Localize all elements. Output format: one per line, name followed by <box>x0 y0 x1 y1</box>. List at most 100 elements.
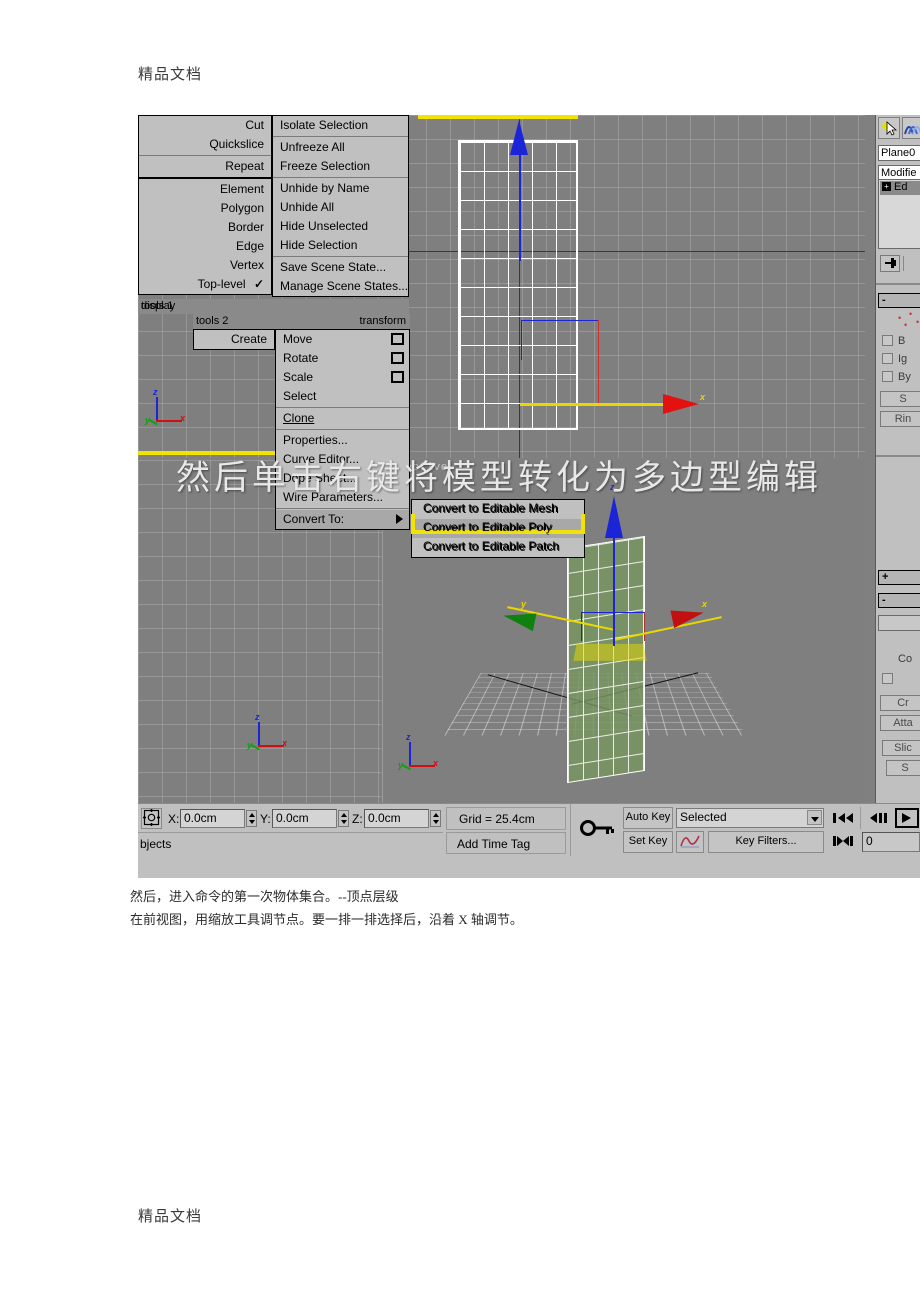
current-frame-field[interactable]: 0 <box>862 832 920 852</box>
menu-item-scale[interactable]: Scale <box>276 368 409 387</box>
plane-object-front[interactable] <box>458 140 578 430</box>
menu-item-rotate[interactable]: Rotate <box>276 349 409 368</box>
checkbox-collapse[interactable] <box>882 673 893 684</box>
rollup-header-collapsed[interactable]: + <box>878 570 920 585</box>
settings-box-icon[interactable] <box>391 371 404 383</box>
menu-item-isolate-selection[interactable]: Isolate Selection <box>273 116 408 135</box>
menu-item-convert-to[interactable]: Convert To: <box>276 510 409 529</box>
modifier-stack[interactable]: + Ed <box>878 179 920 249</box>
menu-item-hide-unselected[interactable]: Hide Unselected <box>273 217 408 236</box>
gizmo-z-arrowhead-icon[interactable] <box>510 120 528 155</box>
z-coordinate-field[interactable]: 0.0cm <box>364 809 429 828</box>
gizmo-persp-z-arrowhead-icon[interactable] <box>605 496 623 538</box>
gizmo-z-axis[interactable] <box>519 143 521 261</box>
quad-menu-tools2[interactable]: Create <box>193 329 275 350</box>
command-panel[interactable]: Plane0 Modifie + Ed - • • • • B Ig By S R… <box>875 115 920 803</box>
selection-lock-icon[interactable] <box>141 808 162 829</box>
modify-tab-icon[interactable] <box>902 117 920 139</box>
menu-item-properties[interactable]: Properties... <box>276 431 409 450</box>
ring-button[interactable]: Rin <box>880 411 920 427</box>
attach-button[interactable]: Atta <box>880 715 920 731</box>
auto-key-button[interactable]: Auto Key <box>623 807 673 829</box>
menu-item-convert-editable-mesh-text[interactable]: Convert to Editable Mesh <box>411 499 585 518</box>
gizmo-plane-handle-x[interactable] <box>598 320 599 404</box>
menu-item-manage-scene-states[interactable]: Manage Scene States... <box>273 277 408 296</box>
menu-item-move[interactable]: Move <box>276 330 409 349</box>
create-button[interactable]: Cr <box>880 695 920 711</box>
menu-item-select[interactable]: Select <box>276 387 409 406</box>
menu-item-freeze-selection[interactable]: Freeze Selection <box>273 157 408 176</box>
checkbox-backface[interactable] <box>882 335 893 346</box>
quad-menu-transform[interactable]: Move Rotate Scale Select Clone Propertie… <box>275 329 410 530</box>
animation-curve-icon[interactable] <box>676 831 704 853</box>
menu-item-unhide-all[interactable]: Unhide All <box>273 198 408 217</box>
go-to-start-icon[interactable] <box>832 811 854 828</box>
menu-item-element[interactable]: Element <box>139 180 271 199</box>
x-coordinate-field[interactable]: 0.0cm <box>180 809 245 828</box>
checkbox-ignore-label: Ig <box>898 353 908 365</box>
gizmo-plane-handle-z2[interactable] <box>521 320 522 360</box>
key-filters-button[interactable]: Key Filters... <box>708 831 824 853</box>
menu-item-wire-parameters[interactable]: Wire Parameters... <box>276 488 409 507</box>
quad-menu-tools1[interactable]: Cut Quickslice Repeat Element Polygon Bo… <box>138 115 272 295</box>
menu-item-dope-sheet[interactable]: Dope Sheet... <box>276 469 409 488</box>
menu-item-create[interactable]: Create <box>194 330 274 349</box>
key-icon[interactable] <box>580 818 614 843</box>
edit-geometry-field[interactable] <box>878 615 920 631</box>
create-tab-icon[interactable] <box>878 117 900 139</box>
tripod-left-y-label: y <box>247 740 253 750</box>
gizmo-x-arrowhead-icon[interactable] <box>663 394 699 414</box>
y-coordinate-label: Y: <box>260 812 271 826</box>
checkbox-ignore[interactable] <box>882 353 893 364</box>
split-button[interactable]: S <box>886 760 920 776</box>
menu-item-save-scene-state[interactable]: Save Scene State... <box>273 258 408 277</box>
menu-item-border[interactable]: Border <box>139 218 271 237</box>
menu-item-convert-editable-patch-text[interactable]: Convert to Editable Patch <box>411 537 585 556</box>
pin-stack-icon[interactable] <box>880 255 900 272</box>
y-coordinate-field[interactable]: 0.0cm <box>272 809 337 828</box>
menu-item-convert-editable-poly-text[interactable]: Convert to Editable Poly <box>411 518 585 537</box>
slice-button[interactable]: Slic <box>882 740 920 756</box>
y-spinner[interactable] <box>338 810 349 827</box>
gizmo-plane-handle-z[interactable] <box>521 320 599 321</box>
menu-item-unfreeze-all[interactable]: Unfreeze All <box>273 138 408 157</box>
set-key-button[interactable]: Set Key <box>623 831 673 853</box>
modifier-stack-selected-item[interactable]: + Ed <box>880 181 920 195</box>
menu-item-quickslice[interactable]: Quickslice <box>139 135 271 154</box>
menu-item-top-level[interactable]: Top-level ✓ <box>139 275 271 294</box>
convert-to-submenu-text[interactable]: Convert to Editable Mesh Convert to Edit… <box>411 499 585 556</box>
expand-plus-icon[interactable]: + <box>882 182 891 191</box>
gizmo-persp-z-axis[interactable] <box>613 528 615 646</box>
menu-item-curve-editor[interactable]: Curve Editor... <box>276 450 409 469</box>
settings-box-icon[interactable] <box>391 352 404 364</box>
add-time-tag-button[interactable]: Add Time Tag <box>446 832 566 854</box>
gizmo-persp-x-arrowhead-icon[interactable] <box>670 603 706 629</box>
rollup-header-expanded-2[interactable]: - <box>878 593 920 608</box>
gizmo-persp-y-label: y <box>521 599 527 609</box>
menu-item-vertex[interactable]: Vertex <box>139 256 271 275</box>
play-button[interactable] <box>895 808 919 828</box>
rollup-header-expanded[interactable]: - <box>878 293 920 308</box>
shrink-button[interactable]: S <box>880 391 920 407</box>
soft-selection-dots-icon: • <box>909 309 913 319</box>
menu-item-clone[interactable]: Clone <box>276 409 409 428</box>
z-spinner[interactable] <box>430 810 441 827</box>
menu-item-unhide-by-name[interactable]: Unhide by Name <box>273 179 408 198</box>
quad-menu-display[interactable]: Isolate Selection Unfreeze All Freeze Se… <box>272 115 409 297</box>
gizmo-x-axis[interactable] <box>520 403 670 406</box>
menu-item-hide-selection[interactable]: Hide Selection <box>273 236 408 255</box>
selection-level-dropdown[interactable]: Selected <box>676 808 824 828</box>
menu-item-cut[interactable]: Cut <box>139 116 271 135</box>
settings-box-icon[interactable] <box>391 333 404 345</box>
gizmo-xy-plane-handle[interactable] <box>573 643 647 661</box>
object-name-field[interactable]: Plane0 <box>878 145 920 161</box>
prev-frame-icon[interactable] <box>868 811 890 828</box>
menu-item-repeat[interactable]: Repeat <box>139 157 271 176</box>
go-to-end-icon[interactable] <box>832 834 854 851</box>
checkbox-byangle[interactable] <box>882 371 893 382</box>
menu-item-polygon[interactable]: Polygon <box>139 199 271 218</box>
grid-readout-label: Grid = 25.4cm <box>459 812 535 826</box>
menu-item-edge[interactable]: Edge <box>139 237 271 256</box>
chevron-down-icon[interactable] <box>807 810 822 825</box>
x-spinner[interactable] <box>246 810 257 827</box>
